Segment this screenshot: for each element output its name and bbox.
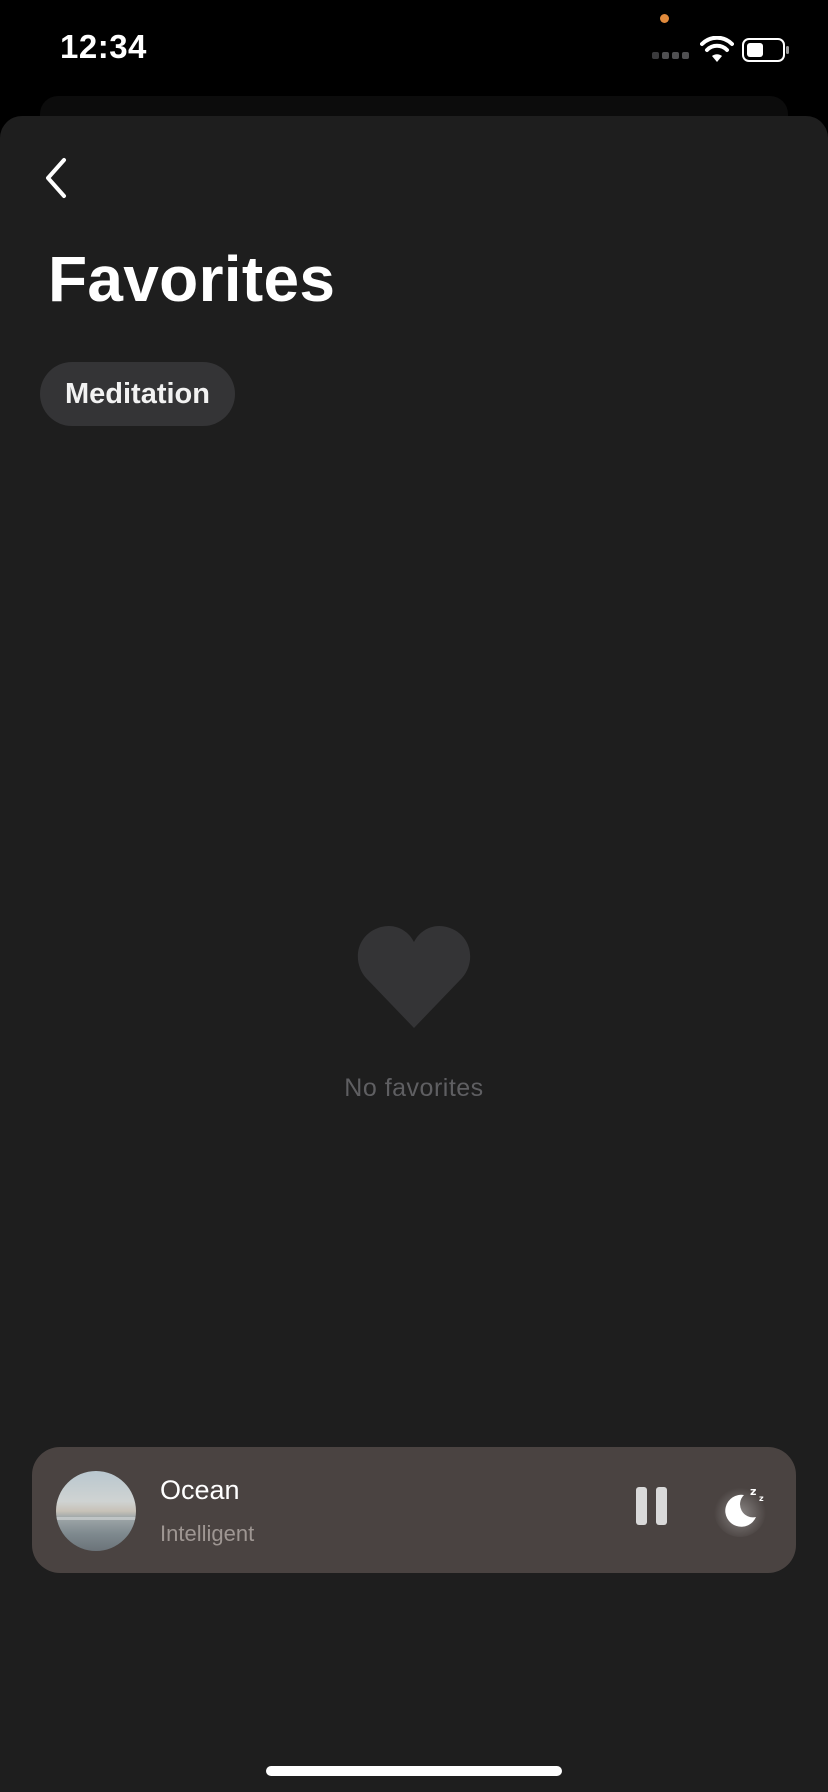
svg-text:z: z: [759, 1494, 764, 1503]
battery-icon: [742, 38, 789, 62]
pause-button[interactable]: [634, 1487, 668, 1527]
page-title: Favorites: [48, 243, 336, 315]
track-title: Ocean: [160, 1475, 240, 1505]
sleep-timer-button[interactable]: z z: [714, 1481, 770, 1537]
status-time: 12:34: [60, 28, 147, 65]
chevron-left-icon[interactable]: [36, 150, 76, 206]
track-subtitle: Intelligent: [160, 1521, 255, 1546]
pause-icon: [636, 1487, 647, 1525]
empty-state: No favorites: [0, 924, 828, 1103]
mini-player[interactable]: Ocean Intelligent z z: [32, 1447, 796, 1573]
home-indicator[interactable]: [266, 1766, 562, 1776]
svg-text:z: z: [750, 1485, 756, 1498]
empty-state-text: No favorites: [344, 1074, 484, 1102]
cellular-signal-icon: [652, 52, 692, 62]
wifi-icon: [700, 36, 734, 62]
track-artwork[interactable]: [56, 1471, 136, 1551]
status-bar: 12:34: [0, 0, 828, 100]
privacy-indicator-dot: [660, 14, 669, 23]
heart-icon: [357, 925, 471, 1028]
filter-chip-meditation[interactable]: Meditation: [40, 362, 235, 426]
